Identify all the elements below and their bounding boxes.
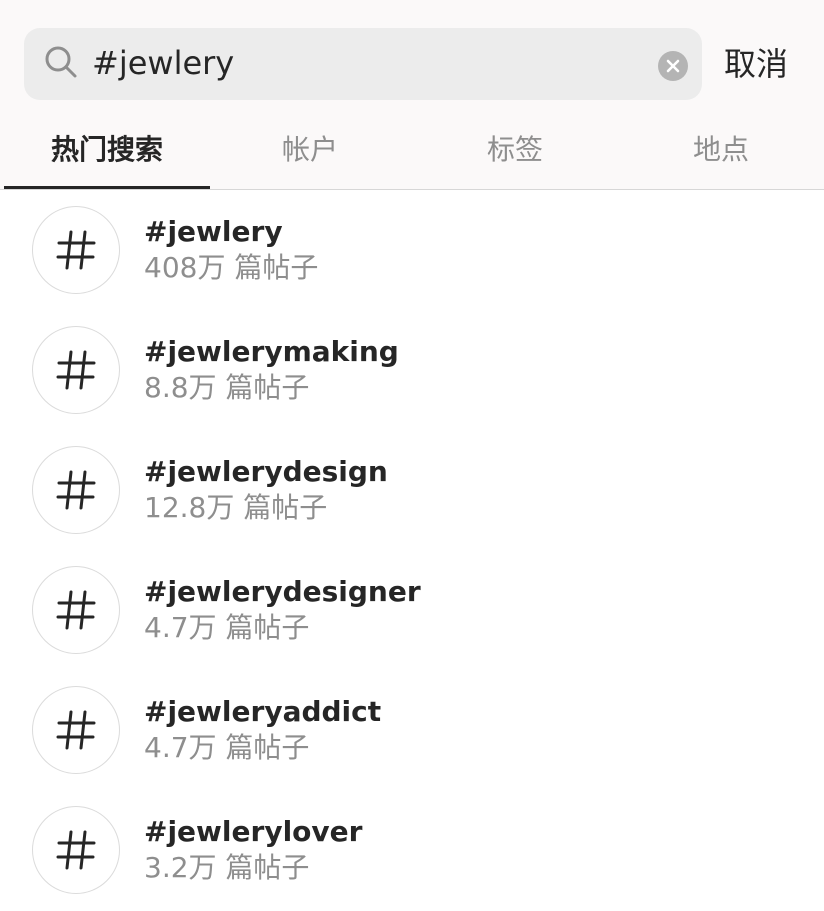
hashtag-name: #jewlerydesigner bbox=[144, 575, 421, 608]
hashtag-name: #jewleryaddict bbox=[144, 695, 382, 728]
tab-accounts[interactable]: 帐户 bbox=[207, 128, 413, 172]
search-input[interactable] bbox=[92, 40, 632, 86]
post-count: 4.7万 篇帖子 bbox=[144, 731, 310, 764]
hashtag-avatar bbox=[32, 326, 120, 414]
tab-tags[interactable]: 标签 bbox=[412, 128, 618, 172]
post-count: 12.8万 篇帖子 bbox=[144, 491, 328, 524]
hashtag-icon bbox=[56, 470, 96, 510]
tab-top-searches[interactable]: 热门搜索 bbox=[4, 128, 210, 172]
hashtag-icon bbox=[56, 590, 96, 630]
tab-places[interactable]: 地点 bbox=[618, 128, 824, 172]
list-item[interactable]: #jewlerydesign 12.8万 篇帖子 bbox=[0, 430, 824, 550]
post-count: 408万 篇帖子 bbox=[144, 251, 319, 284]
list-item[interactable]: #jewlery 408万 篇帖子 bbox=[0, 190, 824, 310]
search-header: 取消 热门搜索 帐户 标签 地点 bbox=[0, 0, 824, 190]
post-count: 3.2万 篇帖子 bbox=[144, 851, 310, 884]
list-item[interactable]: #jewleryaddict 4.7万 篇帖子 bbox=[0, 670, 824, 790]
hashtag-name: #jewlerydesign bbox=[144, 455, 388, 488]
hashtag-name: #jewlery bbox=[144, 215, 283, 248]
hashtag-avatar bbox=[32, 566, 120, 654]
list-item[interactable]: #jewlerydesigner 4.7万 篇帖子 bbox=[0, 550, 824, 670]
hashtag-icon bbox=[56, 230, 96, 270]
hashtag-avatar bbox=[32, 686, 120, 774]
clear-icon[interactable] bbox=[658, 51, 688, 81]
hashtag-name: #jewlerymaking bbox=[144, 335, 399, 368]
hashtag-icon bbox=[56, 350, 96, 390]
post-count: 8.8万 篇帖子 bbox=[144, 371, 310, 404]
cancel-button[interactable]: 取消 bbox=[724, 40, 788, 88]
hashtag-icon bbox=[56, 710, 96, 750]
list-item[interactable]: #jewlerylover 3.2万 篇帖子 bbox=[0, 790, 824, 910]
hashtag-icon bbox=[56, 830, 96, 870]
post-count: 4.7万 篇帖子 bbox=[144, 611, 310, 644]
search-icon bbox=[44, 45, 78, 79]
hashtag-avatar bbox=[32, 206, 120, 294]
hashtag-avatar bbox=[32, 806, 120, 894]
hashtag-avatar bbox=[32, 446, 120, 534]
list-item[interactable]: #jewlerymaking 8.8万 篇帖子 bbox=[0, 310, 824, 430]
hashtag-name: #jewlerylover bbox=[144, 815, 363, 848]
